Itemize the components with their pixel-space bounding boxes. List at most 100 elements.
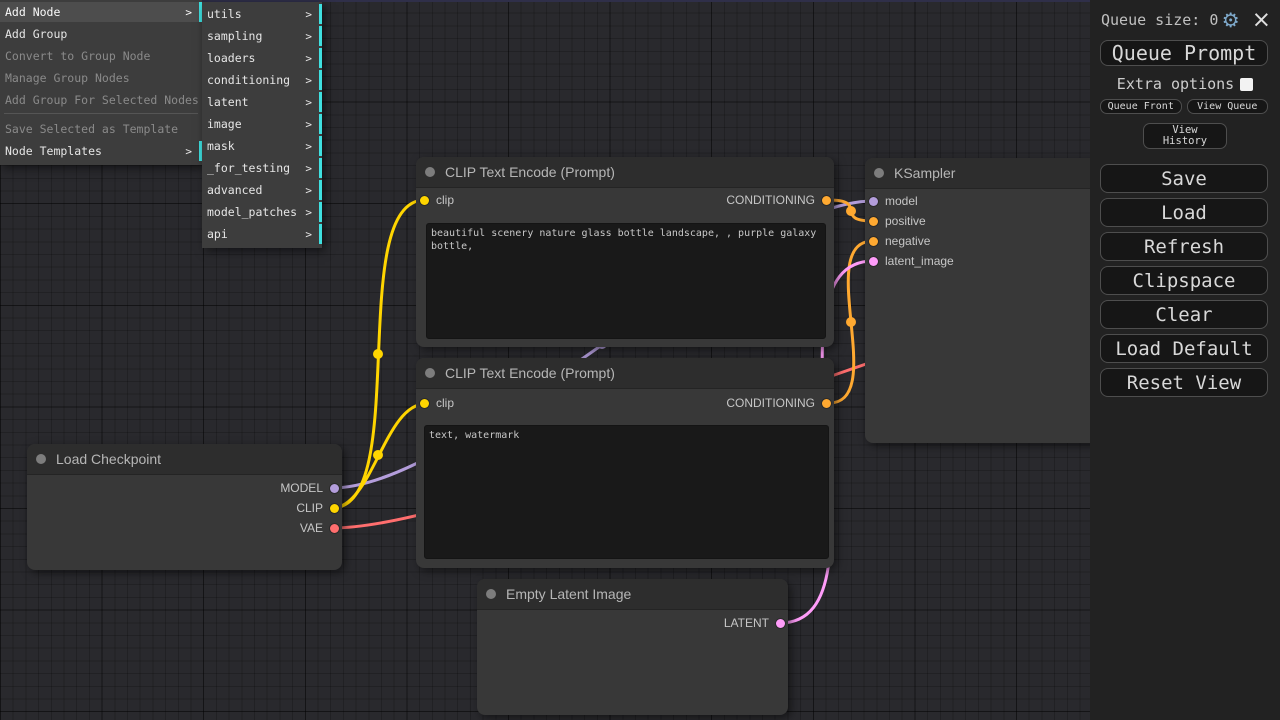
- input-port-clip[interactable]: clip: [420, 192, 454, 208]
- view-history-line2: History: [1163, 136, 1207, 147]
- extra-options-row: Extra options: [1090, 76, 1280, 92]
- input-port-model[interactable]: model: [869, 193, 918, 209]
- prompt-textarea[interactable]: text, watermark: [424, 425, 829, 559]
- clear-button[interactable]: Clear: [1100, 300, 1268, 329]
- node-clip-text-encode-2[interactable]: CLIP Text Encode (Prompt) clip CONDITIONIN…: [416, 358, 834, 568]
- view-queue-button[interactable]: View Queue: [1187, 99, 1269, 114]
- input-port-positive[interactable]: positive: [869, 213, 926, 229]
- add-node-submenu: utils>sampling>loaders>conditioning>late…: [202, 2, 322, 248]
- context-menu: Add Node>Add Group Convert to Group Node M…: [0, 0, 202, 165]
- input-port-label: negative: [885, 234, 930, 248]
- menu-item-latent[interactable]: latent>: [202, 92, 322, 112]
- load-default-button[interactable]: Load Default: [1100, 334, 1268, 363]
- close-icon[interactable]: ×: [1252, 10, 1271, 30]
- input-slot-dot[interactable]: [869, 217, 878, 226]
- menu-item-label: advanced: [207, 183, 262, 197]
- load-button[interactable]: Load: [1100, 198, 1268, 227]
- menu-item-label: model_patches: [207, 205, 297, 219]
- output-port-model[interactable]: MODEL: [280, 480, 339, 496]
- submenu-arrow-icon: >: [305, 206, 312, 219]
- reset-view-button[interactable]: Reset View: [1100, 368, 1268, 397]
- input-port-negative[interactable]: negative: [869, 233, 930, 249]
- menu-item-sampling[interactable]: sampling>: [202, 26, 322, 46]
- menu-item-api[interactable]: api>: [202, 224, 322, 244]
- node-title: CLIP Text Encode (Prompt): [445, 365, 615, 381]
- output-port-label: MODEL: [280, 481, 323, 495]
- menu-item-for-testing[interactable]: _for_testing>: [202, 158, 322, 178]
- collapse-dot-icon[interactable]: [874, 168, 884, 178]
- menu-item-label: Add Group For Selected Nodes: [5, 93, 199, 107]
- input-slot-dot[interactable]: [869, 197, 878, 206]
- queue-header: Queue size: 0 ⚙ ×: [1101, 7, 1271, 33]
- menu-separator: [4, 113, 198, 114]
- node-empty-latent-image[interactable]: Empty Latent Image LATENT: [477, 579, 788, 715]
- extra-options-label: Extra options: [1117, 75, 1234, 93]
- save-button[interactable]: Save: [1100, 164, 1268, 193]
- output-slot-dot[interactable]: [330, 484, 339, 493]
- menu-item-node-templates[interactable]: Node Templates>: [0, 141, 202, 161]
- menu-item-add-group[interactable]: Add Group: [0, 24, 202, 44]
- queue-prompt-button[interactable]: Queue Prompt: [1100, 40, 1268, 66]
- comfy-sidebar: Queue size: 0 ⚙ × Queue Prompt Extra opt…: [1090, 0, 1280, 720]
- collapse-dot-icon[interactable]: [36, 454, 46, 464]
- output-slot-dot[interactable]: [822, 399, 831, 408]
- refresh-button[interactable]: Refresh: [1100, 232, 1268, 261]
- queue-front-button[interactable]: Queue Front: [1100, 99, 1182, 114]
- input-slot-dot[interactable]: [869, 257, 878, 266]
- output-port-conditioning[interactable]: CONDITIONING: [726, 192, 831, 208]
- menu-item-add-node[interactable]: Add Node>: [0, 2, 202, 22]
- node-title: CLIP Text Encode (Prompt): [445, 164, 615, 180]
- output-port-latent[interactable]: LATENT: [724, 615, 785, 631]
- clipspace-button[interactable]: Clipspace: [1100, 266, 1268, 295]
- input-port-latent-image[interactable]: latent_image: [869, 253, 954, 269]
- collapse-dot-icon[interactable]: [425, 368, 435, 378]
- menu-item-manage-group-nodes: Manage Group Nodes: [0, 68, 202, 88]
- queue-size-value: [1200, 11, 1209, 29]
- input-port-label: latent_image: [885, 254, 954, 268]
- output-port-label: CONDITIONING: [726, 396, 815, 410]
- output-slot-dot[interactable]: [330, 504, 339, 513]
- output-port-clip[interactable]: CLIP: [296, 500, 339, 516]
- menu-item-loaders[interactable]: loaders>: [202, 48, 322, 68]
- extra-options-checkbox[interactable]: [1240, 78, 1253, 91]
- settings-gear-icon[interactable]: ⚙: [1222, 10, 1240, 30]
- menu-item-label: mask: [207, 139, 235, 153]
- input-port-clip[interactable]: clip: [420, 395, 454, 411]
- output-slot-dot[interactable]: [776, 619, 785, 628]
- collapse-dot-icon[interactable]: [425, 167, 435, 177]
- menu-item-advanced[interactable]: advanced>: [202, 180, 322, 200]
- input-port-label: clip: [436, 396, 454, 410]
- menu-item-label: utils: [207, 7, 242, 21]
- menu-item-image[interactable]: image>: [202, 114, 322, 134]
- menu-item-model-patches[interactable]: model_patches >: [202, 202, 322, 222]
- node-titlebar[interactable]: Load Checkpoint: [27, 444, 342, 475]
- input-slot-dot[interactable]: [869, 237, 878, 246]
- submenu-arrow-icon: >: [305, 52, 312, 65]
- collapse-dot-icon[interactable]: [486, 589, 496, 599]
- prompt-textarea[interactable]: beautiful scenery nature glass bottle la…: [426, 223, 826, 339]
- output-port-vae[interactable]: VAE: [300, 520, 339, 536]
- input-slot-dot[interactable]: [420, 399, 429, 408]
- output-port-label: VAE: [300, 521, 323, 535]
- output-port-label: CLIP: [296, 501, 323, 515]
- output-port-conditioning[interactable]: CONDITIONING: [726, 395, 831, 411]
- node-load-checkpoint[interactable]: Load Checkpoint MODEL CLIP VAE: [27, 444, 342, 570]
- node-title: KSampler: [894, 165, 955, 181]
- node-titlebar[interactable]: Empty Latent Image: [477, 579, 788, 610]
- menu-item-conditioning[interactable]: conditioning>: [202, 70, 322, 90]
- node-title: Load Checkpoint: [56, 451, 161, 467]
- node-titlebar[interactable]: CLIP Text Encode (Prompt): [416, 157, 834, 188]
- node-titlebar[interactable]: CLIP Text Encode (Prompt): [416, 358, 834, 389]
- submenu-arrow-icon: >: [305, 30, 312, 43]
- menu-item-mask[interactable]: mask>: [202, 136, 322, 156]
- view-history-button[interactable]: View History: [1143, 123, 1227, 149]
- menu-item-utils[interactable]: utils>: [202, 4, 322, 24]
- node-clip-text-encode-1[interactable]: CLIP Text Encode (Prompt) clip CONDITIONIN…: [416, 157, 834, 347]
- output-slot-dot[interactable]: [330, 524, 339, 533]
- output-slot-dot[interactable]: [822, 196, 831, 205]
- menu-item-label: Convert to Group Node: [5, 49, 150, 63]
- input-port-label: model: [885, 194, 918, 208]
- comfyui-app: CLIP Text Encode (Prompt) clip CONDITIONIN…: [0, 0, 1280, 720]
- input-slot-dot[interactable]: [420, 196, 429, 205]
- input-port-label: clip: [436, 193, 454, 207]
